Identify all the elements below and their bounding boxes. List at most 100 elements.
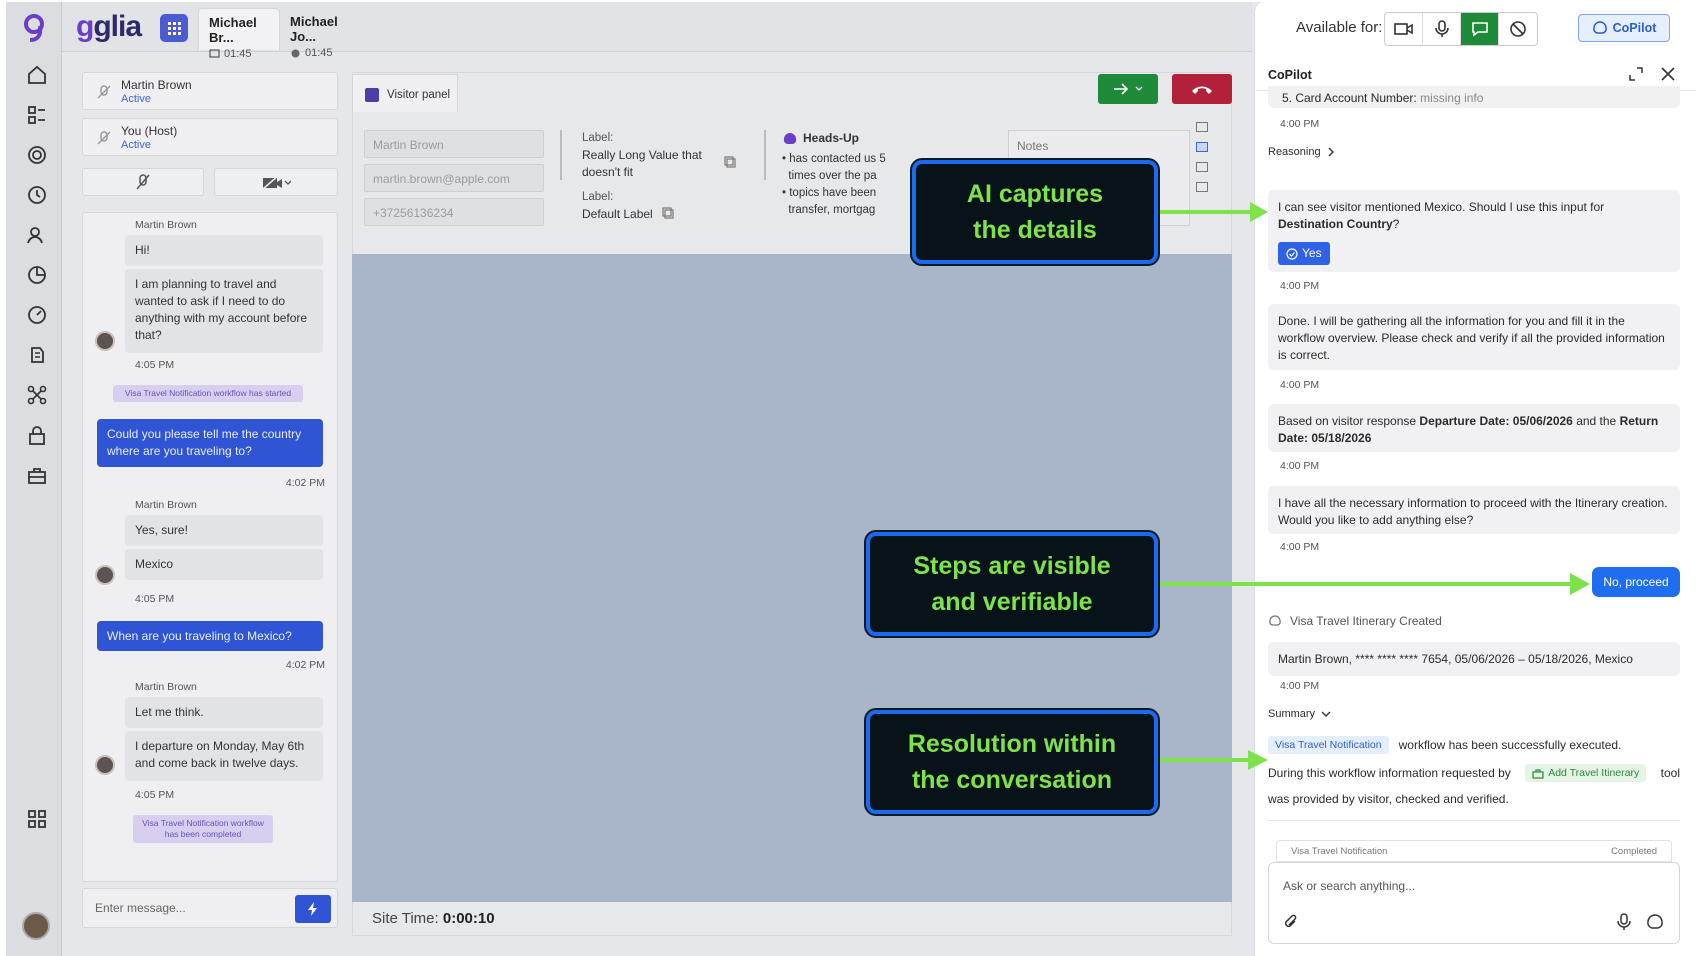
target-icon[interactable]: [26, 144, 48, 166]
lock-icon[interactable]: [26, 424, 48, 446]
audio-availability-toggle[interactable]: [1423, 13, 1461, 45]
queues-icon[interactable]: [26, 104, 48, 126]
message-dot-icon: [291, 49, 300, 57]
workflow-tag[interactable]: Visa Travel Notification: [1268, 736, 1389, 754]
app-switcher-button[interactable]: [160, 14, 188, 42]
copilot-ask-box[interactable]: Ask or search anything...: [1268, 862, 1680, 944]
summary-line-1: Visa Travel Notification workflow has be…: [1268, 736, 1621, 754]
copilot-message: I can see visitor mentioned Mexico. Shou…: [1268, 190, 1680, 272]
mic-icon: [1434, 20, 1449, 37]
integrations-icon[interactable]: [26, 384, 48, 406]
summary-toggle[interactable]: Summary: [1268, 708, 1331, 720]
tool-tag[interactable]: Add Travel Itinerary: [1525, 764, 1647, 782]
top-bar: gglia Michael Br... 01:45 Michael Jo... …: [62, 2, 1252, 60]
toolbox-icon[interactable]: [26, 464, 48, 486]
reports-icon[interactable]: [26, 264, 48, 286]
engagement-tab-1[interactable]: Michael Br... 01:45: [198, 8, 280, 60]
muted-mic-icon: [97, 85, 111, 99]
layout-icon[interactable]: [1196, 122, 1208, 132]
divider: [560, 130, 562, 180]
video-toggle-button[interactable]: [214, 168, 338, 196]
chat-icon: [1471, 22, 1488, 37]
heads-up-panel: Heads-Up • has contacted us 5 times over…: [782, 131, 886, 216]
agent-message: Could you please tell me the country whe…: [97, 419, 323, 467]
visitor-message: Yes, sure!: [125, 515, 323, 546]
visitor-message: Mexico: [125, 549, 323, 580]
chevron-down-icon: [1321, 711, 1331, 717]
engagement-tab-2[interactable]: Michael Jo... 01:45: [280, 8, 362, 59]
callout-ai-captures: AI captures the details: [912, 160, 1158, 264]
copilot-message: Based on visitor response Departure Date…: [1268, 404, 1680, 452]
gauge-icon[interactable]: [26, 304, 48, 326]
participant-host[interactable]: You (Host) Active: [82, 118, 338, 156]
copilot-message: I have all the necessary information to …: [1268, 486, 1680, 534]
video-icon: [1393, 23, 1413, 35]
glia-logo-icon[interactable]: [20, 12, 48, 44]
custom-attribute-1: Label: Really Long Value that doesn't fi…: [582, 132, 702, 179]
close-icon[interactable]: [1660, 66, 1676, 82]
layout-icon-active[interactable]: [1196, 142, 1208, 152]
check-circle-icon: [1286, 247, 1298, 260]
site-time: Site Time: 0:00:10: [372, 910, 495, 927]
no-proceed-button[interactable]: No, proceed: [1592, 567, 1680, 597]
home-icon[interactable]: [26, 64, 48, 86]
itinerary-summary: Martin Brown, **** **** **** 7654, 05/06…: [1268, 642, 1680, 676]
history-icon[interactable]: [26, 184, 48, 206]
ai-brain-icon: [783, 132, 797, 144]
chevron-right-icon: [1328, 147, 1334, 157]
available-for-label: Available for:: [1296, 19, 1383, 36]
visitor-name-field[interactable]: Martin Brown: [364, 130, 544, 158]
ai-brain-icon[interactable]: [26, 344, 48, 366]
transfer-button[interactable]: [1098, 74, 1158, 104]
copilot-button[interactable]: CoPilot: [1578, 14, 1670, 42]
unavailable-toggle[interactable]: [1499, 13, 1537, 45]
participant-visitor[interactable]: Martin Brown Active: [82, 72, 338, 110]
copilot-icon[interactable]: [1645, 913, 1665, 931]
brand-logo: gglia: [76, 10, 142, 43]
mute-mic-button[interactable]: [82, 168, 204, 196]
visitor-phone-field[interactable]: +37256136234: [364, 198, 544, 226]
visitor-avatar: [95, 755, 115, 775]
contacts-icon[interactable]: [26, 224, 48, 246]
panel-side-toolbar: [1196, 122, 1208, 202]
mic-icon[interactable]: [1617, 913, 1631, 931]
apps-grid-icon[interactable]: [26, 808, 48, 830]
visitor-email-field[interactable]: martin.brown@apple.com: [364, 164, 544, 192]
visitor-avatar: [95, 331, 115, 351]
visitor-panel-tab[interactable]: Visitor panel: [352, 74, 458, 112]
chat-transcript[interactable]: Martin Brown Hi! I am planning to travel…: [82, 212, 338, 882]
block-icon: [1510, 21, 1526, 37]
expand-icon[interactable]: [1628, 66, 1644, 82]
video-off-icon: [262, 174, 291, 190]
mic-off-icon: [136, 174, 150, 190]
send-button[interactable]: [295, 895, 331, 923]
left-nav-rail: [6, 2, 62, 956]
end-call-button[interactable]: [1172, 74, 1232, 104]
reasoning-toggle[interactable]: Reasoning: [1268, 146, 1335, 158]
summary-line-2: During this workflow information request…: [1268, 764, 1680, 782]
copilot-icon: [1592, 21, 1607, 34]
chat-availability-toggle[interactable]: [1461, 13, 1499, 45]
callout-steps-visible: Steps are visible and verifiable: [866, 532, 1158, 636]
visitor-message: I am planning to travel and wanted to as…: [125, 269, 323, 353]
workflow-step-item: 5. Card Account Number: missing info: [1268, 86, 1680, 108]
message-input[interactable]: Enter message...: [95, 901, 186, 915]
copy-icon[interactable]: [724, 156, 736, 168]
video-availability-toggle[interactable]: [1385, 13, 1423, 45]
visitor-message: I departure on Monday, May 6th and come …: [125, 731, 323, 781]
visitor-message: Hi!: [125, 235, 323, 266]
user-avatar[interactable]: [22, 912, 50, 940]
agent-message: When are you traveling to Mexico?: [97, 621, 323, 651]
hangup-icon: [1192, 86, 1212, 94]
chat-composer[interactable]: Enter message...: [82, 888, 338, 928]
copy-icon[interactable]: [662, 207, 674, 219]
itinerary-created-header: Visa Travel Itinerary Created: [1268, 614, 1442, 628]
attach-icon[interactable]: [1283, 913, 1299, 931]
workflow-started-badge: Visa Travel Notification workflow has st…: [113, 385, 303, 402]
layout-icon[interactable]: [1196, 182, 1208, 192]
workflow-status-card[interactable]: Visa Travel Notification Completed: [1276, 840, 1672, 862]
yes-button[interactable]: Yes: [1278, 242, 1330, 265]
layout-icon[interactable]: [1196, 162, 1208, 172]
divider: [764, 130, 766, 180]
ask-input[interactable]: Ask or search anything...: [1283, 879, 1415, 893]
